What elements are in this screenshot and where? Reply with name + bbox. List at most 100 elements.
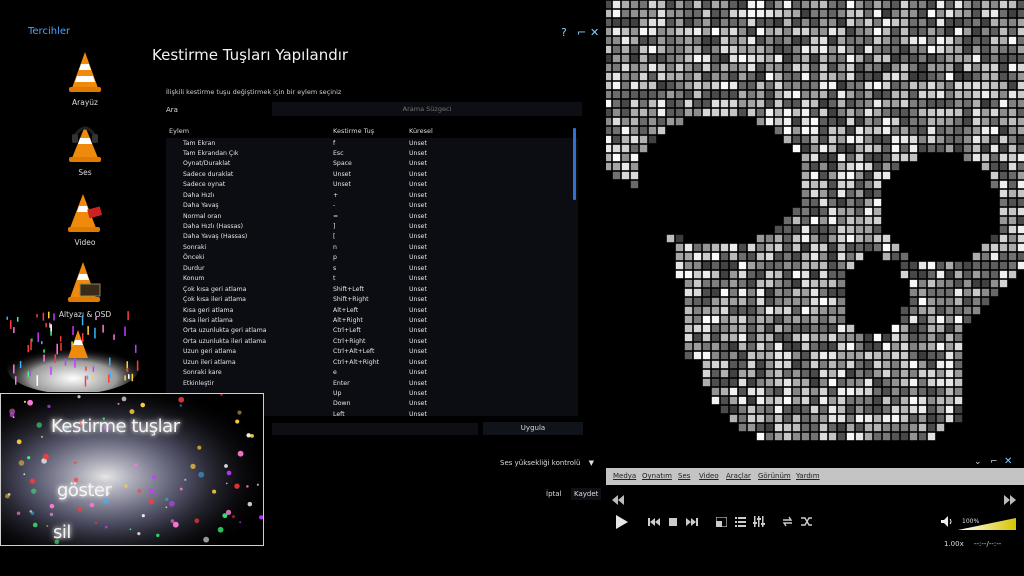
table-row[interactable]: Konum t Unset	[166, 274, 572, 284]
mosaic-tile	[648, 135, 657, 144]
mosaic-tile	[693, 243, 702, 252]
mosaic-tile	[702, 27, 711, 36]
table-row[interactable]: Sadece oynat Unset Unset	[166, 180, 572, 190]
sidebar-item-audio[interactable]: Ses	[40, 120, 130, 177]
menu-video[interactable]: Video	[699, 472, 719, 480]
hotkey-cell: Up	[333, 390, 342, 397]
table-row[interactable]: Orta uzunlukta geri atlama Ctrl+Left Unset	[166, 326, 572, 336]
mosaic-tile	[909, 72, 918, 81]
menu-playback[interactable]: Oynatım	[642, 472, 672, 480]
sidebar-item-hotkeys[interactable]	[6, 300, 140, 394]
mosaic-tile	[1008, 243, 1017, 252]
mosaic-tile	[918, 378, 927, 387]
volume-control-section-toggle[interactable]: Ses yüksekliği kontrolü ▼	[500, 459, 594, 467]
table-row[interactable]: Uzun geri atlama Ctrl+Alt+Left Unset	[166, 347, 572, 357]
menu-tools[interactable]: Araçlar	[726, 472, 751, 480]
sidebar-item-interface[interactable]: Arayüz	[40, 50, 130, 107]
mosaic-tile	[783, 63, 792, 72]
help-button[interactable]: ?	[561, 26, 567, 39]
mosaic-tile	[891, 72, 900, 81]
loop-icon[interactable]	[781, 516, 794, 527]
table-row[interactable]: Tam Ekran f Unset	[166, 138, 572, 148]
mosaic-tile	[927, 27, 936, 36]
fullscreen-icon[interactable]	[716, 517, 727, 527]
sparkle	[49, 503, 55, 509]
stop-icon[interactable]	[669, 518, 677, 526]
play-icon[interactable]	[616, 515, 628, 529]
seek-back-icon[interactable]	[612, 495, 624, 505]
table-row[interactable]: Çok kısa geri atlama Shift+Left Unset	[166, 284, 572, 294]
mosaic-tile	[927, 270, 936, 279]
mosaic-tile	[954, 360, 963, 369]
chevron-down-icon[interactable]: ⌄	[974, 457, 982, 467]
table-row[interactable]: Daha Yavaş - Unset	[166, 201, 572, 211]
mosaic-tile	[873, 333, 882, 342]
cancel-button[interactable]: İptal	[546, 490, 562, 498]
mosaic-tile	[801, 126, 810, 135]
mosaic-tile	[729, 63, 738, 72]
apply-button[interactable]: Uygula	[483, 422, 583, 435]
table-row[interactable]: Uzun ileri atlama Ctrl+Alt+Right Unset	[166, 357, 572, 367]
speaker-icon[interactable]	[941, 516, 953, 527]
menu-audio[interactable]: Ses	[678, 472, 690, 480]
sidebar-item-video[interactable]: Video	[40, 190, 130, 247]
menu-help[interactable]: Yardım	[796, 472, 820, 480]
mosaic-tile	[810, 18, 819, 27]
save-button[interactable]: Kaydet	[571, 488, 602, 500]
mosaic-tile	[927, 36, 936, 45]
column-header-global[interactable]: Küresel	[409, 127, 433, 135]
mosaic-tile	[819, 387, 828, 396]
table-row[interactable]: Daha Hızlı + Unset	[166, 190, 572, 200]
mosaic-tile	[909, 153, 918, 162]
hotkey-edit-field[interactable]	[272, 423, 478, 435]
table-row[interactable]: Tam Ekrandan Çık Esc Unset	[166, 148, 572, 158]
search-input[interactable]	[272, 102, 582, 116]
table-row[interactable]: Önceki p Unset	[166, 253, 572, 263]
playback-speed[interactable]: 1.00x	[944, 540, 964, 548]
restore-icon[interactable]: ⌐	[990, 457, 998, 467]
mosaic-tile	[954, 405, 963, 414]
equalizer-icon[interactable]	[753, 516, 765, 527]
mosaic-tile	[828, 180, 837, 189]
mosaic-tile	[999, 135, 1008, 144]
volume-slider[interactable]	[958, 518, 1016, 530]
global-cell: Unset	[409, 316, 427, 324]
shuffle-icon[interactable]	[800, 516, 813, 527]
mosaic-tile	[675, 117, 684, 126]
column-header-action[interactable]: Eylem	[169, 127, 189, 135]
restore-icon[interactable]: ⌐	[577, 26, 586, 39]
mosaic-tile	[774, 396, 783, 405]
mosaic-tile	[873, 189, 882, 198]
table-row[interactable]: Çok kısa ileri atlama Shift+Right Unset	[166, 295, 572, 305]
table-row[interactable]: Oynat/Duraklat Space Unset	[166, 159, 572, 169]
table-row[interactable]: Orta uzunlukta ileri atlama Ctrl+Right Uns…	[166, 336, 572, 346]
table-row[interactable]: Sadece duraklat Unset Unset	[166, 169, 572, 179]
mosaic-tile	[945, 279, 954, 288]
mosaic-tile	[882, 54, 891, 63]
table-row[interactable]: Kısa geri atlama Alt+Left Unset	[166, 305, 572, 315]
table-row[interactable]: Daha Hızlı (Hassas)] Unset	[166, 222, 572, 232]
next-icon[interactable]	[686, 518, 698, 526]
menu-media[interactable]: Medya	[613, 472, 636, 480]
table-row[interactable]: Etkinleştir Enter Unset	[166, 378, 572, 388]
column-header-hotkey[interactable]: Kestirme Tuş	[333, 127, 374, 135]
mosaic-tile	[864, 162, 873, 171]
mosaic-tile	[855, 72, 864, 81]
close-button[interactable]: ✕	[590, 26, 599, 39]
mosaic-tile	[936, 333, 945, 342]
table-row[interactable]: Daha Yavaş (Hassas)[Unset	[166, 232, 572, 242]
table-scrollbar[interactable]	[573, 128, 576, 200]
playlist-icon[interactable]	[735, 517, 746, 527]
mosaic-tile	[702, 81, 711, 90]
table-row[interactable]: Normal oran = Unset	[166, 211, 572, 221]
table-row[interactable]: Kısa ileri atlama Alt+Right Unset	[166, 315, 572, 325]
menu-view[interactable]: Görünüm	[758, 472, 791, 480]
table-row[interactable]: Sonraki kare e Unset	[166, 368, 572, 378]
table-row[interactable]: Sonraki n Unset	[166, 242, 572, 252]
global-cell: Unset	[409, 358, 427, 366]
seek-forward-icon[interactable]	[1004, 495, 1016, 505]
table-row[interactable]: Durdur s Unset	[166, 263, 572, 273]
mosaic-tile	[792, 315, 801, 324]
close-icon[interactable]: ✕	[1004, 456, 1012, 467]
previous-icon[interactable]	[648, 518, 660, 526]
